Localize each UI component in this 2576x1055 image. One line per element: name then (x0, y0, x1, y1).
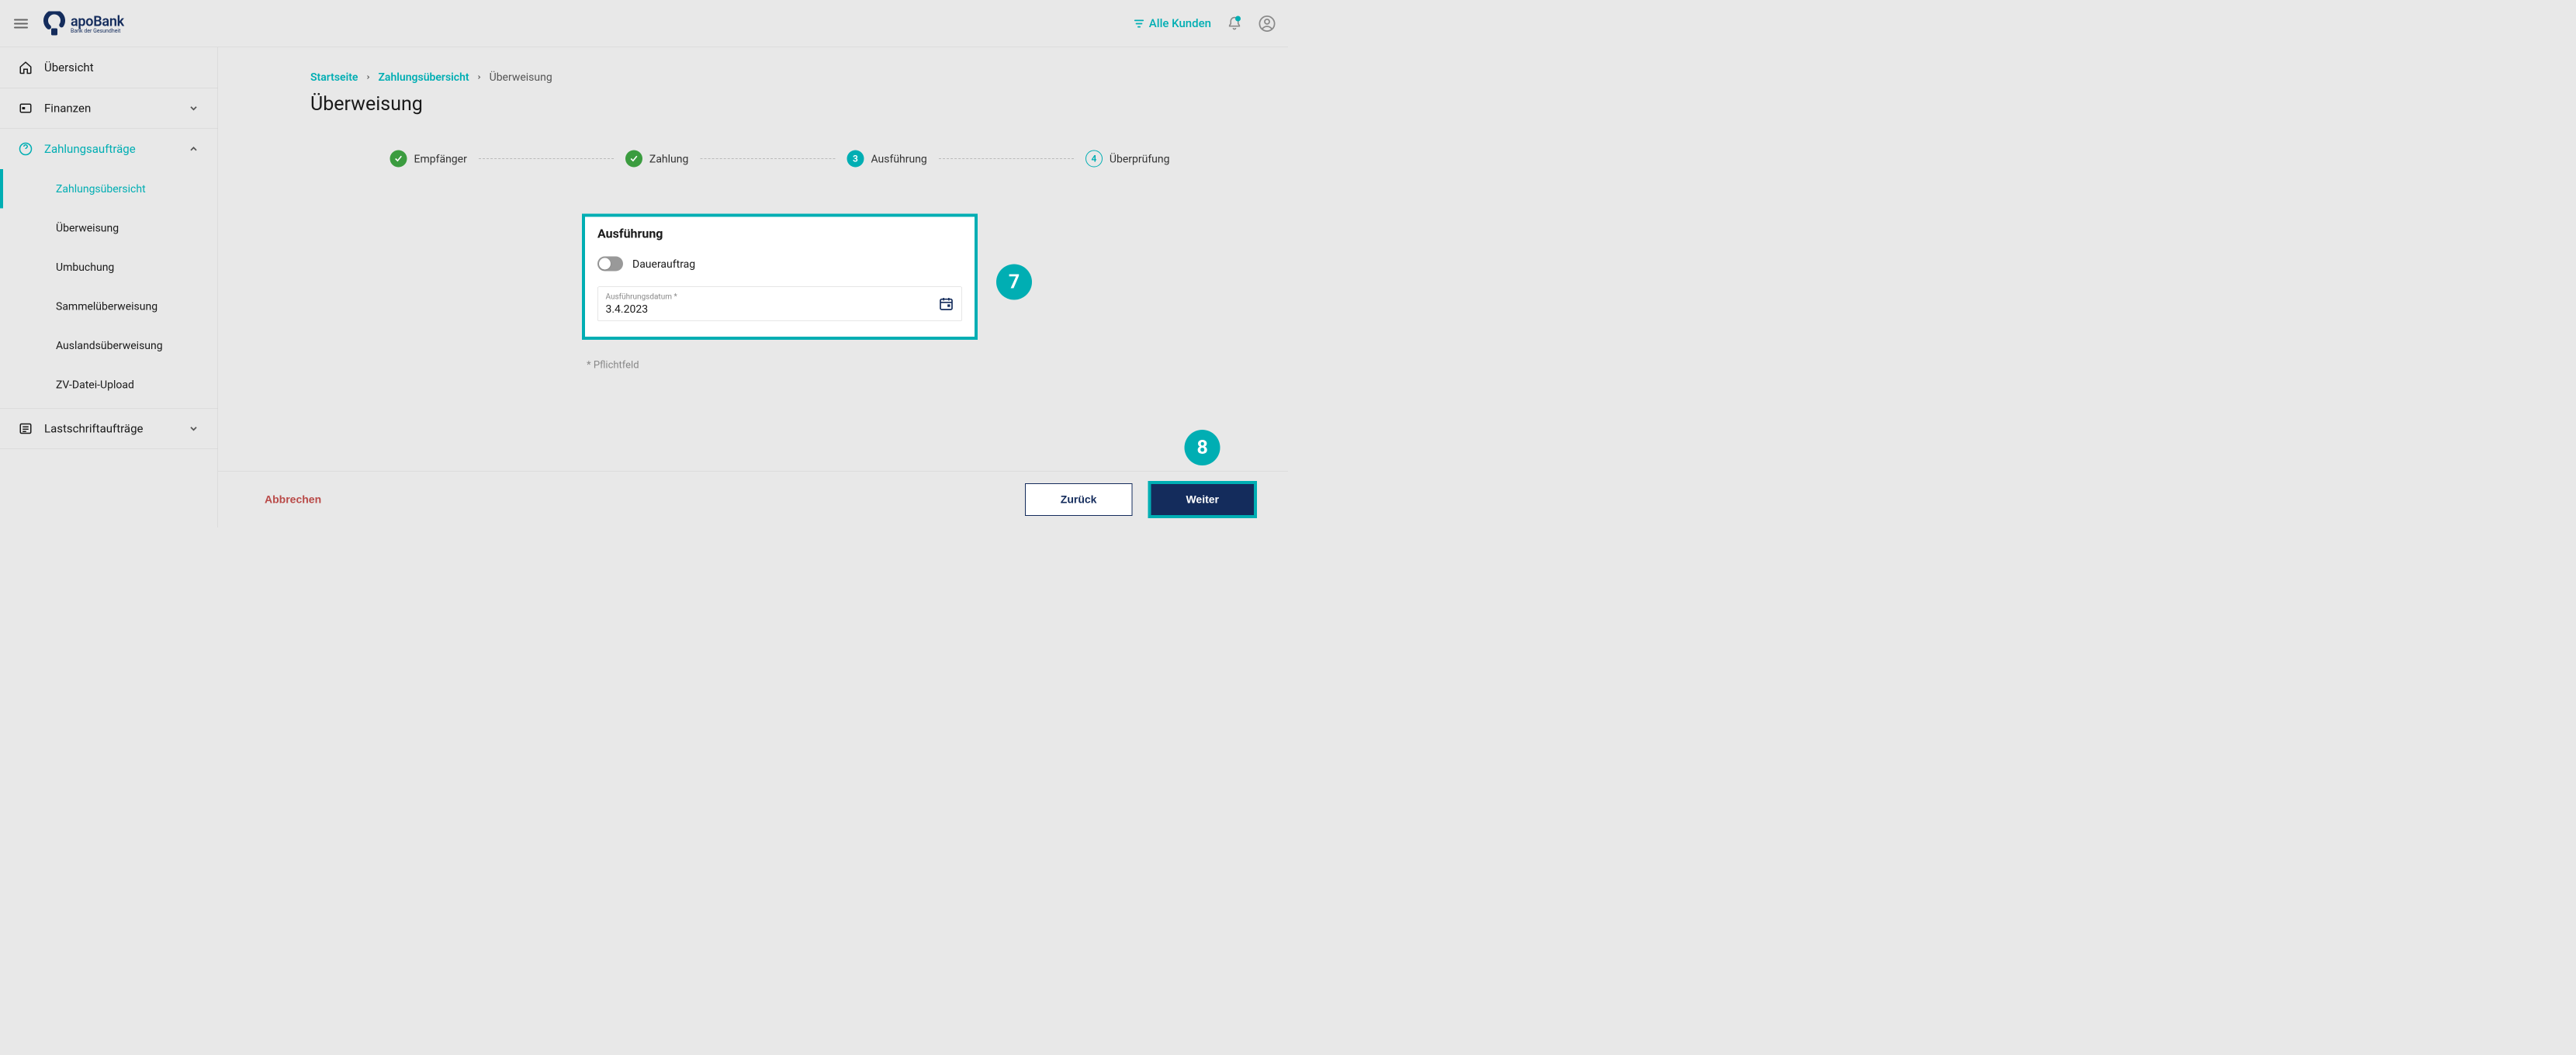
chevron-down-icon (189, 103, 199, 114)
sidebar-item-overview[interactable]: Übersicht (0, 47, 218, 88)
execution-card: Ausführung Dauerauftrag Ausführungsdatum… (582, 214, 978, 341)
breadcrumb: Startseite Zahlungsübersicht Überweisung (310, 71, 1249, 84)
sidebar-item-label: Lastschriftaufträge (44, 422, 143, 436)
sidebar-item-finances[interactable]: Finanzen (0, 88, 218, 130)
sidebar-sub-payment-overview[interactable]: Zahlungsübersicht (0, 169, 218, 209)
step-separator (479, 158, 614, 159)
step-label: Ausführung (871, 152, 926, 165)
menu-button[interactable] (12, 14, 30, 33)
step-review: 4 Überprüfung (1085, 150, 1170, 168)
step-execution: 3 Ausführung (847, 150, 926, 168)
date-value: 3.4.2023 (606, 303, 939, 316)
customer-filter-label: Alle Kunden (1149, 17, 1211, 31)
sidebar-item-label: Zahlungsaufträge (44, 142, 136, 156)
app-header: apoBank Bank der Gesundheit Alle Kunden (0, 0, 1288, 47)
calendar-icon[interactable] (939, 296, 954, 311)
date-label: Ausführungsdatum * (606, 292, 939, 301)
check-icon (625, 150, 642, 168)
toggle-knob-icon (599, 258, 611, 270)
execution-date-field[interactable]: Ausführungsdatum * 3.4.2023 (597, 287, 962, 322)
sidebar-item-label: Finanzen (44, 102, 91, 116)
hamburger-icon (14, 19, 28, 28)
standing-order-row: Dauerauftrag (597, 257, 962, 272)
notification-dot-icon (1235, 16, 1241, 21)
step-separator (700, 158, 835, 159)
sidebar-sub-label: ZV-Datei-Upload (56, 379, 134, 392)
step-label: Überprüfung (1110, 152, 1170, 165)
account-button[interactable] (1258, 14, 1276, 33)
chevron-up-icon (189, 144, 199, 154)
check-icon (390, 150, 407, 168)
sidebar-item-label: Übersicht (44, 61, 94, 74)
sidebar-sub-bulk-transfer[interactable]: Sammelüberweisung (0, 287, 218, 327)
person-circle-icon (1259, 16, 1276, 32)
chevron-right-icon (476, 74, 483, 80)
cancel-button[interactable]: Abbrechen (249, 486, 337, 514)
filter-icon (1134, 18, 1144, 29)
callout-badge-8: 8 (1185, 430, 1220, 465)
notifications-button[interactable] (1225, 14, 1244, 33)
sidebar-sub-rebooking[interactable]: Umbuchung (0, 247, 218, 287)
sidebar-sub-zv-upload[interactable]: ZV-Datei-Upload (0, 365, 218, 409)
wallet-icon (19, 102, 33, 116)
brand-tagline: Bank der Gesundheit (71, 28, 124, 34)
step-separator (939, 158, 1074, 159)
standing-order-toggle[interactable] (597, 257, 623, 272)
sidebar-sub-label: Auslandsüberweisung (56, 339, 163, 352)
sidebar-item-payments[interactable]: Zahlungsaufträge (0, 129, 218, 169)
sidebar-sub-label: Sammelüberweisung (56, 300, 158, 313)
sidebar-sub-label: Umbuchung (56, 261, 114, 274)
content-area: Startseite Zahlungsübersicht Überweisung… (218, 47, 1288, 472)
breadcrumb-current: Überweisung (490, 71, 552, 84)
chevron-right-icon (365, 74, 371, 80)
stepper: Empfänger Zahlung 3 Ausführung 4 Ü (383, 150, 1178, 168)
sidebar-sub-foreign-transfer[interactable]: Auslandsüberweisung (0, 326, 218, 365)
sidebar: Übersicht Finanzen Zahlungsaufträge Zahl… (0, 47, 218, 528)
brand-name: apoBank (71, 13, 124, 29)
date-input[interactable]: Ausführungsdatum * 3.4.2023 (606, 292, 939, 316)
main-content: Startseite Zahlungsübersicht Überweisung… (218, 47, 1288, 528)
card-title: Ausführung (597, 227, 962, 241)
sidebar-sub-transfer[interactable]: Überweisung (0, 209, 218, 248)
customer-filter-button[interactable]: Alle Kunden (1134, 17, 1211, 31)
chevron-down-icon (189, 424, 199, 434)
step-payment: Zahlung (625, 150, 688, 168)
brand-logo[interactable]: apoBank Bank der Gesundheit (42, 11, 124, 36)
sidebar-item-debits[interactable]: Lastschriftaufträge (0, 409, 218, 450)
callout-badge-7: 7 (996, 265, 1032, 300)
step-number-pending: 4 (1085, 150, 1103, 168)
next-button-highlight: 8 Weiter (1148, 481, 1257, 518)
execution-card-wrap: Ausführung Dauerauftrag Ausführungsdatum… (582, 214, 978, 341)
step-label: Zahlung (649, 152, 688, 165)
next-button[interactable]: Weiter (1151, 484, 1254, 515)
breadcrumb-home[interactable]: Startseite (310, 71, 358, 84)
header-actions: Alle Kunden (1134, 14, 1276, 33)
breadcrumb-level1[interactable]: Zahlungsübersicht (378, 71, 469, 84)
step-recipient: Empfänger (390, 150, 467, 168)
standing-order-label: Dauerauftrag (632, 258, 695, 271)
page-title: Überweisung (310, 93, 1249, 116)
sidebar-sub-label: Überweisung (56, 222, 119, 235)
required-hint: * Pflichtfeld (582, 359, 978, 371)
step-number-active: 3 (847, 150, 864, 168)
home-icon (19, 61, 33, 74)
footer-actions: Abbrechen Zurück 8 Weiter (218, 472, 1288, 528)
brand-text: apoBank Bank der Gesundheit (71, 13, 124, 34)
logo-mark-icon (42, 11, 67, 36)
sidebar-sub-label: Zahlungsübersicht (56, 182, 146, 195)
step-label: Empfänger (414, 152, 467, 165)
main-layout: Übersicht Finanzen Zahlungsaufträge Zahl… (0, 47, 1288, 528)
currency-circle-icon (19, 142, 33, 156)
list-icon (19, 422, 33, 436)
back-button[interactable]: Zurück (1025, 483, 1133, 516)
